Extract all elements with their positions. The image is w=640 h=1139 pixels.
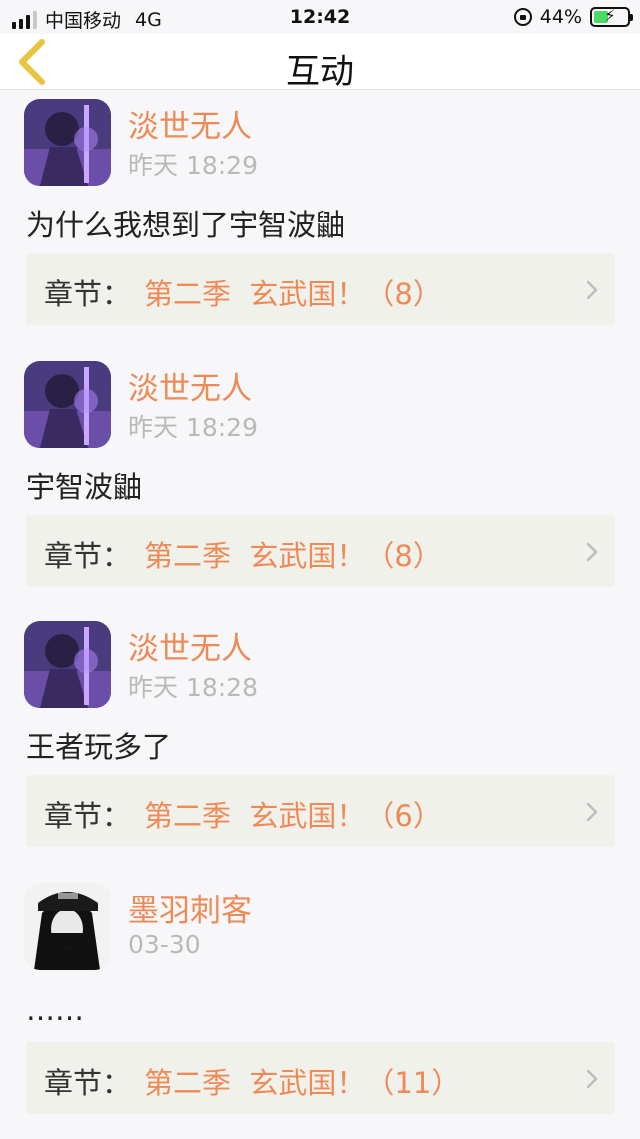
- status-bar: 中国移动 4G 12:42 44% ⚡: [0, 0, 640, 34]
- avatar[interactable]: [24, 99, 111, 186]
- comment-text: 宇智波鼬: [26, 470, 143, 504]
- chapter-name: 第二季 玄武国！（8）: [144, 539, 442, 573]
- orientation-lock-icon: [513, 8, 532, 26]
- battery-icon: ⚡: [590, 6, 633, 27]
- chapter-label: 章节：: [44, 1066, 132, 1100]
- page-title: 互动: [286, 52, 354, 92]
- chapter-label: 章节：: [44, 539, 132, 573]
- chapter-name: 第二季 玄武国！（6）: [144, 799, 442, 833]
- username[interactable]: 淡世无人: [128, 623, 252, 668]
- post-time: 昨天 18:29: [128, 413, 258, 442]
- comment-text: 为什么我想到了宇智波鼬: [26, 208, 346, 242]
- chapter-link[interactable]: 章节： 第二季 玄武国！（8）: [26, 515, 615, 587]
- chapter-name: 第二季 玄武国！（11）: [144, 1066, 461, 1100]
- post-time: 昨天 18:29: [128, 151, 258, 180]
- avatar[interactable]: [24, 621, 111, 708]
- post-time: 昨天 18:28: [128, 673, 258, 702]
- avatar[interactable]: [24, 883, 111, 970]
- username[interactable]: 墨羽刺客: [128, 885, 252, 930]
- chapter-name: 第二季 玄武国！（8）: [144, 277, 442, 311]
- username[interactable]: 淡世无人: [128, 101, 252, 146]
- comment-text: ……: [26, 993, 84, 1027]
- chevron-right-icon: [586, 542, 598, 562]
- chevron-right-icon: [586, 280, 598, 300]
- nav-bar: 互动: [0, 34, 640, 92]
- comment-text: 王者玩多了: [26, 730, 172, 764]
- chapter-link[interactable]: 章节： 第二季 玄武国！（8）: [26, 253, 615, 325]
- chevron-right-icon: [586, 802, 598, 822]
- chapter-label: 章节：: [44, 277, 132, 311]
- chapter-link[interactable]: 章节： 第二季 玄武国！（6）: [26, 775, 615, 847]
- battery-percent: 44%: [539, 6, 582, 28]
- avatar[interactable]: [24, 361, 111, 448]
- chapter-label: 章节：: [44, 799, 132, 833]
- chapter-link[interactable]: 章节： 第二季 玄武国！（11）: [26, 1042, 615, 1114]
- username[interactable]: 淡世无人: [128, 363, 252, 408]
- post-time: 03-30: [128, 930, 201, 959]
- status-right: 44% ⚡: [513, 6, 633, 28]
- chevron-right-icon: [586, 1069, 598, 1089]
